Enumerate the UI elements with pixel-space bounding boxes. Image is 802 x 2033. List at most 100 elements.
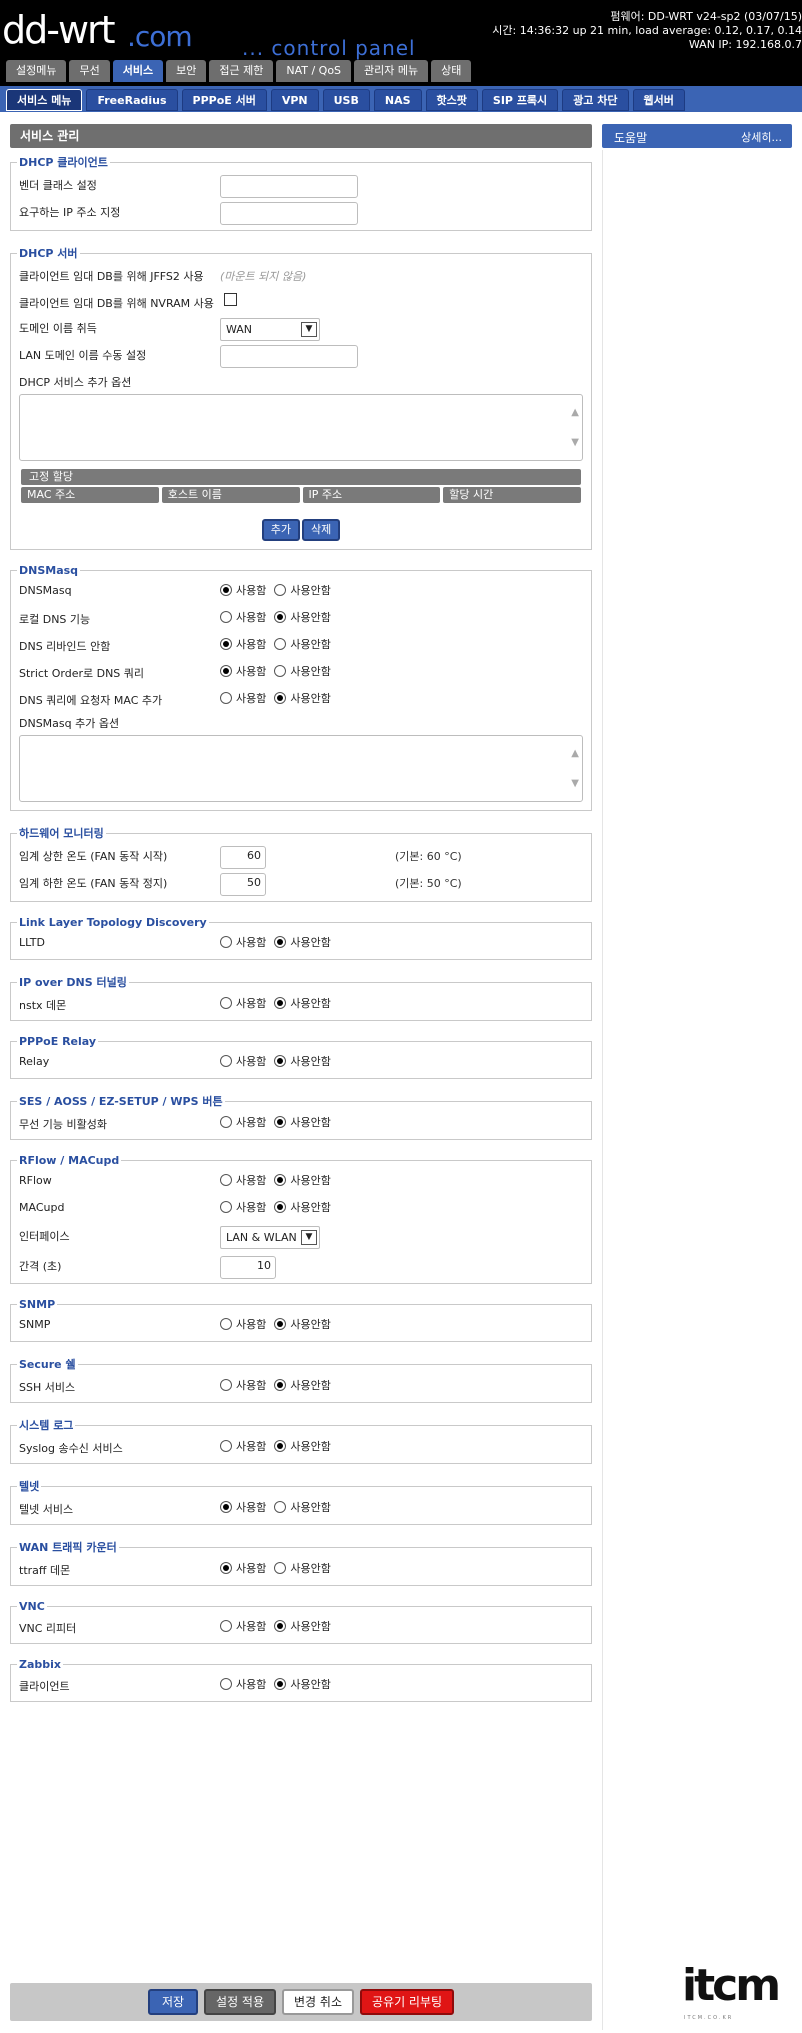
- subtab-adblock[interactable]: 광고 차단: [562, 89, 629, 111]
- dnsmasq-1-enable-radio[interactable]: 사용함: [220, 609, 266, 625]
- telnet-disable-radio[interactable]: 사용안함: [274, 1499, 331, 1515]
- radio-button[interactable]: [220, 1379, 232, 1391]
- radio-button[interactable]: [220, 1620, 232, 1632]
- radio-button[interactable]: [220, 1440, 232, 1452]
- subtab-nas[interactable]: NAS: [373, 89, 422, 111]
- iodine-enable-radio[interactable]: 사용함: [220, 995, 266, 1011]
- dnsmasq-3-disable-radio[interactable]: 사용안함: [274, 663, 331, 679]
- lltd-enable-radio[interactable]: 사용함: [220, 934, 266, 950]
- ses-disable-radio[interactable]: 사용안함: [274, 1114, 331, 1130]
- nvram-checkbox[interactable]: [224, 293, 237, 306]
- telnet-enable-radio[interactable]: 사용함: [220, 1499, 266, 1515]
- tab-access-restrictions[interactable]: 접근 제한: [209, 60, 274, 82]
- dnsmasq-1-disable-radio[interactable]: 사용안함: [274, 609, 331, 625]
- dnsmasq-3-enable-radio[interactable]: 사용함: [220, 663, 266, 679]
- radio-button[interactable]: [274, 997, 287, 1009]
- tab-nat-qos[interactable]: NAT / QoS: [276, 60, 352, 82]
- radio-button[interactable]: [220, 1174, 232, 1186]
- tab-security[interactable]: 보안: [166, 60, 207, 82]
- radio-button[interactable]: [220, 665, 232, 677]
- delete-lease-button[interactable]: 삭제: [302, 519, 341, 541]
- vnc-enable-radio[interactable]: 사용함: [220, 1618, 266, 1634]
- cancel-button[interactable]: 변경 취소: [282, 1989, 354, 2015]
- dnsmasq-0-disable-radio[interactable]: 사용안함: [274, 582, 331, 598]
- radio-button[interactable]: [274, 1501, 287, 1513]
- help-more-link[interactable]: 상세히...: [741, 129, 782, 145]
- tab-services[interactable]: 서비스: [112, 60, 164, 82]
- radio-button[interactable]: [274, 611, 287, 623]
- radio-button[interactable]: [220, 638, 232, 650]
- subtab-vpn[interactable]: VPN: [270, 89, 319, 111]
- radio-button[interactable]: [274, 1620, 287, 1632]
- dnsmasq-2-disable-radio[interactable]: 사용안함: [274, 636, 331, 652]
- subtab-hotspot[interactable]: 핫스팟: [425, 89, 478, 111]
- upper-temp-input[interactable]: 60: [220, 846, 266, 869]
- dnsmasq-4-disable-radio[interactable]: 사용안함: [274, 690, 331, 706]
- dnsmasq-2-enable-radio[interactable]: 사용함: [220, 636, 266, 652]
- dhcp-options-textarea[interactable]: ▲ ▼: [19, 394, 583, 461]
- radio-button[interactable]: [220, 1055, 232, 1067]
- rflow-enable-radio[interactable]: 사용함: [220, 1172, 266, 1188]
- radio-button[interactable]: [274, 1116, 287, 1128]
- radio-button[interactable]: [274, 584, 287, 596]
- save-button[interactable]: 저장: [147, 1989, 199, 2015]
- tab-status[interactable]: 상태: [431, 60, 472, 82]
- radio-button[interactable]: [274, 1174, 287, 1186]
- lower-temp-input[interactable]: 50: [220, 873, 266, 896]
- radio-button[interactable]: [274, 1678, 287, 1690]
- radio-button[interactable]: [220, 936, 232, 948]
- interval-input[interactable]: 10: [220, 1256, 276, 1279]
- macupd-enable-radio[interactable]: 사용함: [220, 1199, 266, 1215]
- tab-setup[interactable]: 설정메뉴: [6, 60, 67, 82]
- macupd-disable-radio[interactable]: 사용안함: [274, 1199, 331, 1215]
- dnsmasq-0-enable-radio[interactable]: 사용함: [220, 582, 266, 598]
- radio-button[interactable]: [220, 692, 232, 704]
- radio-button[interactable]: [220, 1201, 232, 1213]
- radio-button[interactable]: [220, 584, 232, 596]
- pppoe_relay-disable-radio[interactable]: 사용안함: [274, 1053, 331, 1069]
- subtab-pppoe-server[interactable]: PPPoE 서버: [181, 89, 267, 111]
- radio-button[interactable]: [274, 936, 287, 948]
- radio-button[interactable]: [274, 1379, 287, 1391]
- tab-wireless[interactable]: 무선: [69, 60, 110, 82]
- radio-button[interactable]: [220, 611, 232, 623]
- dnsmasq-4-enable-radio[interactable]: 사용함: [220, 690, 266, 706]
- radio-button[interactable]: [274, 1055, 287, 1067]
- vnc-disable-radio[interactable]: 사용안함: [274, 1618, 331, 1634]
- radio-button[interactable]: [274, 1201, 287, 1213]
- radio-button[interactable]: [274, 1562, 287, 1574]
- radio-button[interactable]: [220, 1501, 232, 1513]
- vendor-class-input[interactable]: [220, 175, 358, 198]
- dnsmasq-options-textarea[interactable]: ▲ ▼: [19, 735, 583, 802]
- subtab-usb[interactable]: USB: [322, 89, 370, 111]
- subtab-sip-proxy[interactable]: SIP 프록시: [481, 89, 559, 111]
- radio-button[interactable]: [220, 1318, 232, 1330]
- radio-button[interactable]: [274, 638, 287, 650]
- zabbix-disable-radio[interactable]: 사용안함: [274, 1676, 331, 1692]
- ssh-enable-radio[interactable]: 사용함: [220, 1377, 266, 1393]
- radio-button[interactable]: [274, 665, 287, 677]
- apply-button[interactable]: 설정 적용: [204, 1989, 277, 2015]
- domain-select[interactable]: WAN ▼: [220, 318, 320, 341]
- snmp-enable-radio[interactable]: 사용함: [220, 1316, 266, 1332]
- snmp-disable-radio[interactable]: 사용안함: [274, 1316, 331, 1332]
- radio-button[interactable]: [220, 1678, 232, 1690]
- rflow-disable-radio[interactable]: 사용안함: [274, 1172, 331, 1188]
- interface-select[interactable]: LAN & WLAN ▼: [220, 1226, 320, 1249]
- syslog-enable-radio[interactable]: 사용함: [220, 1438, 266, 1454]
- ttraff-disable-radio[interactable]: 사용안함: [274, 1560, 331, 1576]
- pppoe_relay-enable-radio[interactable]: 사용함: [220, 1053, 266, 1069]
- subtab-freeradius[interactable]: FreeRadius: [86, 89, 178, 111]
- ses-enable-radio[interactable]: 사용함: [220, 1114, 266, 1130]
- zabbix-enable-radio[interactable]: 사용함: [220, 1676, 266, 1692]
- syslog-disable-radio[interactable]: 사용안함: [274, 1438, 331, 1454]
- add-lease-button[interactable]: 추가: [261, 519, 300, 541]
- iodine-disable-radio[interactable]: 사용안함: [274, 995, 331, 1011]
- radio-button[interactable]: [274, 1440, 287, 1452]
- radio-button[interactable]: [220, 1562, 232, 1574]
- radio-button[interactable]: [274, 1318, 287, 1330]
- subtab-services[interactable]: 서비스 메뉴: [6, 89, 83, 111]
- tab-administration[interactable]: 관리자 메뉴: [354, 60, 429, 82]
- lan-domain-input[interactable]: [220, 345, 358, 368]
- radio-button[interactable]: [274, 692, 287, 704]
